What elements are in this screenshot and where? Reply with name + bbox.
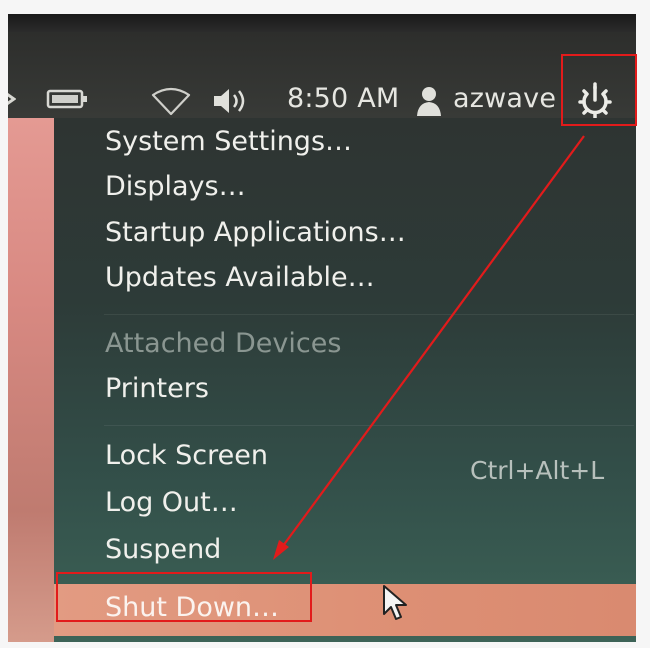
menu-item-printers[interactable]: Printers [105, 373, 209, 404]
menu-item-updates-available[interactable]: Updates Available… [105, 262, 375, 293]
annotation-box-power-icon [561, 54, 637, 126]
user-icon[interactable] [415, 84, 443, 118]
menu-item-log-out[interactable]: Log Out… [105, 487, 238, 518]
screen: 8:50 AM azwave System Settings… Displays… [8, 14, 636, 642]
close-icon[interactable] [8, 88, 16, 110]
desktop-background [8, 118, 54, 642]
top-panel: 8:50 AM azwave [8, 32, 636, 132]
menu-item-attached-devices: Attached Devices [105, 328, 342, 359]
session-menu: System Settings… Displays… Startup Appli… [54, 118, 636, 642]
battery-icon[interactable] [46, 87, 90, 111]
clock-label[interactable]: 8:50 AM [287, 83, 399, 114]
menu-item-lock-screen[interactable]: Lock Screen [105, 440, 268, 471]
monitor-bezel [8, 14, 636, 32]
menu-item-suspend[interactable]: Suspend [105, 534, 221, 565]
menu-separator [104, 425, 634, 426]
menu-item-startup-applications[interactable]: Startup Applications… [105, 217, 406, 248]
lock-screen-shortcut: Ctrl+Alt+L [470, 456, 605, 485]
wifi-icon[interactable] [149, 86, 193, 116]
menu-item-displays[interactable]: Displays… [105, 171, 246, 202]
mouse-cursor-icon [383, 585, 407, 620]
menu-item-system-settings[interactable]: System Settings… [105, 126, 352, 157]
menu-separator [104, 314, 634, 315]
volume-icon[interactable] [211, 86, 251, 116]
annotation-box-shut-down [56, 572, 312, 622]
username-label[interactable]: azwave [453, 83, 556, 114]
